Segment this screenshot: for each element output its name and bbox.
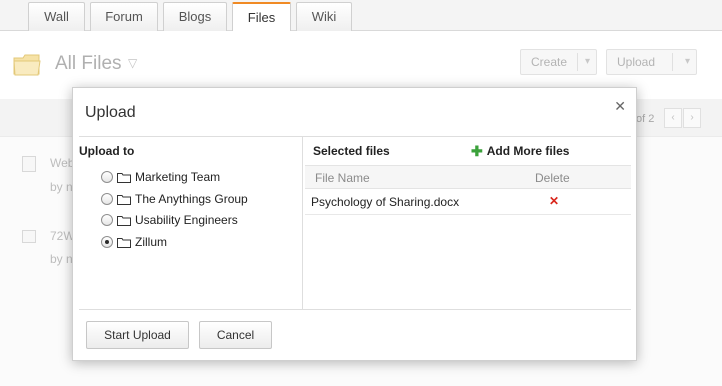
tab-blogs[interactable]: Blogs <box>163 2 227 31</box>
folder-icon <box>13 54 41 76</box>
create-button[interactable]: Create ▾ <box>520 49 597 75</box>
image-icon <box>22 230 36 243</box>
tab-files[interactable]: Files <box>232 2 291 32</box>
radio-button[interactable] <box>101 171 113 183</box>
group-label: Zillum <box>135 235 167 249</box>
chevron-down-icon[interactable]: ▽ <box>128 56 137 70</box>
folder-icon <box>117 194 131 205</box>
upload-label: Upload <box>617 55 656 69</box>
chevron-left-icon[interactable]: ‹ <box>664 108 682 128</box>
group-label: The Anythings Group <box>135 192 248 206</box>
divider <box>577 53 578 71</box>
start-upload-button[interactable]: Start Upload <box>86 321 189 349</box>
column-delete: Delete <box>535 171 570 185</box>
chevron-down-icon: ▾ <box>684 56 690 67</box>
chevron-right-icon[interactable]: › <box>683 108 701 128</box>
list-item-title[interactable]: 72W <box>50 229 75 243</box>
files-table-header: File Name Delete <box>305 165 631 189</box>
document-icon <box>22 156 36 172</box>
upload-dialog: Upload ✕ Upload to Marketing Team The An… <box>72 87 637 361</box>
list-item-title[interactable]: Web <box>50 156 74 170</box>
list-item-meta: by n <box>50 252 73 266</box>
create-label: Create <box>531 55 568 69</box>
group-label: Marketing Team <box>135 170 221 184</box>
cancel-button[interactable]: Cancel <box>199 321 272 349</box>
list-item-meta: by n <box>50 180 73 194</box>
divider <box>672 53 673 71</box>
tab-forum[interactable]: Forum <box>90 2 158 31</box>
group-option-the-anythings-group[interactable]: The Anythings Group <box>101 190 248 208</box>
upload-button[interactable]: Upload ▾ <box>606 49 697 75</box>
delete-icon[interactable]: ✕ <box>549 194 559 208</box>
selected-files-heading: Selected files <box>313 144 390 158</box>
chevron-down-icon: ▾ <box>584 56 590 67</box>
table-row: Psychology of Sharing.docx ✕ <box>305 189 631 215</box>
selected-files-pane: Selected files ✚ Add More files File Nam… <box>305 137 631 309</box>
dialog-body: Upload to Marketing Team The Anythings G… <box>79 136 631 310</box>
tab-wiki[interactable]: Wiki <box>296 2 352 31</box>
tab-wall[interactable]: Wall <box>28 2 85 31</box>
radio-button-selected[interactable] <box>101 236 113 248</box>
radio-button[interactable] <box>101 193 113 205</box>
folder-icon <box>117 237 131 248</box>
folder-icon <box>117 215 131 226</box>
close-icon[interactable]: ✕ <box>614 98 626 115</box>
plus-icon: ✚ <box>471 143 483 159</box>
group-option-zillum[interactable]: Zillum <box>101 233 167 251</box>
pager-count: of 2 <box>636 113 655 125</box>
folder-icon <box>117 172 131 183</box>
add-more-label: Add More files <box>486 144 570 158</box>
column-file-name: File Name <box>315 171 370 185</box>
group-label: Usability Engineers <box>135 213 238 227</box>
tab-bar: Wall Forum Blogs Files Wiki <box>0 0 722 32</box>
file-name: Psychology of Sharing.docx <box>311 195 460 209</box>
group-option-usability-engineers[interactable]: Usability Engineers <box>101 211 238 229</box>
upload-to-pane: Upload to Marketing Team The Anythings G… <box>79 137 303 309</box>
dialog-title: Upload <box>85 104 136 121</box>
group-option-marketing-team[interactable]: Marketing Team <box>101 168 220 186</box>
upload-to-heading: Upload to <box>79 144 135 158</box>
page-title: All Files <box>55 53 122 74</box>
radio-button[interactable] <box>101 214 113 226</box>
add-more-files-button[interactable]: ✚ Add More files <box>471 144 569 158</box>
